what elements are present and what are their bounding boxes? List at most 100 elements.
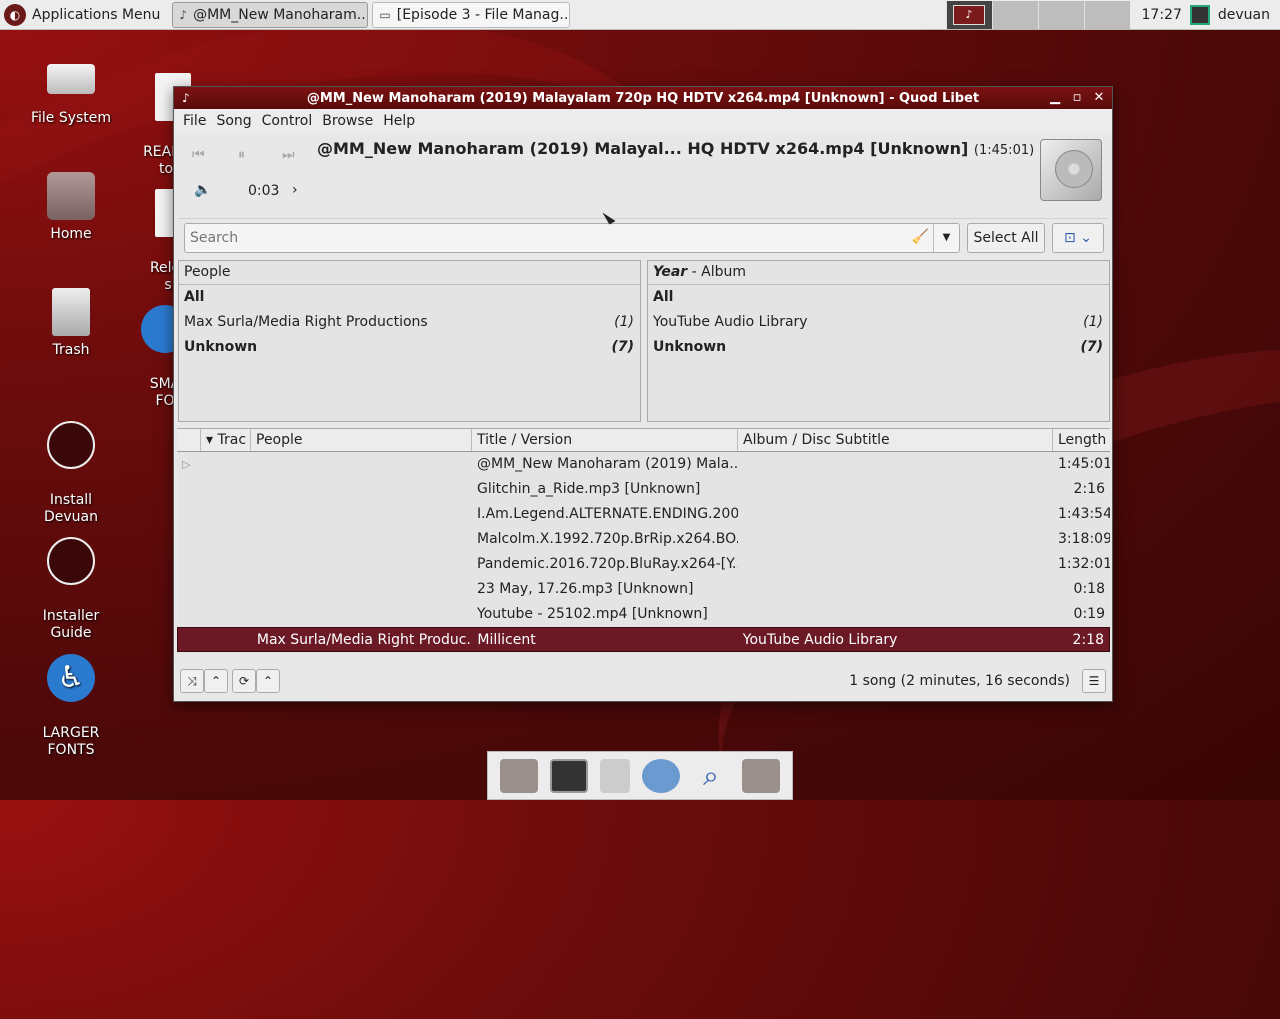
column-header-people[interactable]: People xyxy=(251,429,472,451)
cell-length: 3:18:09 xyxy=(1058,531,1110,547)
filter-options-icon: ⊡ ⌄ xyxy=(1064,230,1092,246)
clock[interactable]: 17:27 xyxy=(1130,7,1190,23)
playing-indicator-icon xyxy=(177,602,201,627)
search-input[interactable] xyxy=(185,224,885,252)
menu-file[interactable]: File xyxy=(178,113,211,129)
desktop-icon-label: File System xyxy=(30,110,112,126)
menu-control[interactable]: Control xyxy=(257,113,318,129)
volume-icon[interactable]: 🔈 xyxy=(194,182,211,198)
list-item[interactable]: Unknown (7) xyxy=(648,335,1109,360)
cell-length: 0:18 xyxy=(1073,581,1105,597)
workspace-3[interactable] xyxy=(1037,1,1084,29)
menu-help[interactable]: Help xyxy=(378,113,420,129)
workspace-4[interactable] xyxy=(1083,1,1130,29)
cell-people xyxy=(251,477,472,502)
seek-expand-icon[interactable]: › xyxy=(292,182,298,198)
cell-people xyxy=(251,527,472,552)
playing-indicator-icon xyxy=(177,577,201,602)
shuffle-icon[interactable]: ⤨ xyxy=(180,669,204,693)
list-item[interactable]: Max Surla/Media Right Productions (1) xyxy=(179,310,640,335)
list-item[interactable]: Unknown (7) xyxy=(179,335,640,360)
list-item-label: Max Surla/Media Right Productions xyxy=(184,314,428,330)
cell-track xyxy=(201,577,251,602)
home-folder-icon[interactable] xyxy=(500,758,538,793)
list-item[interactable]: All xyxy=(648,285,1109,310)
cell-track xyxy=(201,502,251,527)
taskbar-item-quodlibet[interactable]: ♪ @MM_New Manoharam... xyxy=(172,1,369,28)
folder-icon[interactable] xyxy=(742,758,780,793)
previous-track-icon[interactable]: ⏮ xyxy=(192,147,205,163)
desktop-icon-larger-fonts[interactable]: ♿ LARGER FONTS xyxy=(16,637,126,759)
terminal-icon[interactable] xyxy=(550,758,588,793)
list-item[interactable]: YouTube Audio Library (1) xyxy=(648,310,1109,335)
repeat-icon[interactable]: ⟳ xyxy=(232,669,256,693)
file-cabinet-icon[interactable] xyxy=(600,758,630,793)
player-controls: ⏮ ⏸ ⏭ @MM_New Manoharam (2019) Malayal..… xyxy=(178,133,1108,219)
table-row[interactable]: I.Am.Legend.ALTERNATE.ENDING.200... 1:43:… xyxy=(177,502,1110,527)
next-track-icon[interactable]: ⏭ xyxy=(282,147,295,163)
column-header-playing[interactable] xyxy=(177,429,201,451)
search-icon[interactable]: ⌕ xyxy=(692,759,730,793)
workspace-1[interactable]: ♪ xyxy=(945,1,992,29)
list-item[interactable]: All xyxy=(179,285,640,310)
column-header-title[interactable]: Title / Version xyxy=(472,429,738,451)
cell-people xyxy=(251,552,472,577)
maximize-icon[interactable]: ▫ xyxy=(1068,89,1086,107)
system-tray: ♪ 17:27 devuan xyxy=(945,0,1280,30)
cell-length: 0:19 xyxy=(1073,606,1105,622)
table-row[interactable]: Glitchin_a_Ride.mp3 [Unknown] 2:16 xyxy=(177,477,1110,502)
now-playing-title: @MM_New Manoharam (2019) Malayal... HQ H… xyxy=(317,139,1034,158)
workspace-2[interactable] xyxy=(991,1,1038,29)
column-header-length[interactable]: Length xyxy=(1053,429,1110,451)
cell-people: Max Surla/Media Right Produc... xyxy=(256,632,473,648)
table-row[interactable]: Youtube - 25102.mp4 [Unknown] 0:19 xyxy=(177,602,1110,627)
menu-song[interactable]: Song xyxy=(211,113,256,129)
cell-album: YouTube Audio Library xyxy=(742,632,898,648)
desktop-icon-label: LARGER FONTS xyxy=(42,725,100,758)
table-row[interactable]: Malcolm.X.1992.720p.BrRip.x264.BO... 3:18… xyxy=(177,527,1110,552)
list-item-count: (7) xyxy=(611,339,634,355)
desktop-icon-home[interactable]: Home xyxy=(16,172,126,243)
browser-options-button[interactable]: ⊡ ⌄ xyxy=(1052,223,1104,253)
applications-menu-button[interactable]: ◐ Applications Menu xyxy=(0,0,168,30)
table-row[interactable]: Max Surla/Media Right Produc... Millicent… xyxy=(177,627,1110,652)
search-history-dropdown[interactable]: ▼ xyxy=(933,224,959,252)
select-all-button[interactable]: Select All xyxy=(967,223,1045,253)
album-pane-header[interactable]: Year - Album xyxy=(648,261,1109,285)
clear-search-icon[interactable]: 🧹 xyxy=(912,229,929,245)
table-row[interactable]: 23 May, 17.26.mp3 [Unknown] 0:18 xyxy=(177,577,1110,602)
column-header-track[interactable]: ▾ Trac xyxy=(201,429,251,451)
taskbar-item-file-manager[interactable]: ▭ [Episode 3 - File Manag... xyxy=(372,1,571,28)
top-panel: ◐ Applications Menu ♪ @MM_New Manoharam.… xyxy=(0,0,1280,30)
pause-icon[interactable]: ⏸ xyxy=(238,147,245,163)
quodlibet-window: ♪ @MM_New Manoharam (2019) Malayalam 720… xyxy=(173,86,1113,702)
cell-title: Malcolm.X.1992.720p.BrRip.x264.BO... xyxy=(477,531,738,547)
queue-menu-icon[interactable]: ☰ xyxy=(1082,669,1106,693)
desktop-icon-installer-guide[interactable]: Installer Guide xyxy=(16,520,126,642)
cell-album xyxy=(738,577,1053,602)
people-pane-header[interactable]: People xyxy=(179,261,640,285)
column-header-album[interactable]: Album / Disc Subtitle xyxy=(738,429,1053,451)
close-icon[interactable]: ✕ xyxy=(1090,89,1108,107)
web-browser-icon[interactable] xyxy=(642,758,680,793)
repeat-menu-arrow-icon[interactable]: ⌃ xyxy=(256,669,280,693)
menu-browse[interactable]: Browse xyxy=(317,113,378,129)
network-monitor-icon[interactable] xyxy=(1189,5,1210,25)
cell-title: Glitchin_a_Ride.mp3 [Unknown] xyxy=(477,481,701,497)
list-item-count: (1) xyxy=(614,314,634,330)
shuffle-menu-arrow-icon[interactable]: ⌃ xyxy=(204,669,228,693)
table-row[interactable]: ▷ @MM_New Manoharam (2019) Mala... 1:45:01 xyxy=(177,452,1110,477)
cell-people xyxy=(251,602,472,627)
user-menu[interactable]: devuan xyxy=(1218,7,1280,23)
list-item-label: YouTube Audio Library xyxy=(653,314,808,330)
desktop-icon-install-devuan[interactable]: Install Devuan xyxy=(16,404,126,526)
minimize-icon[interactable]: ▁ xyxy=(1046,89,1064,107)
playback-position[interactable]: 0:03 xyxy=(248,183,279,199)
desktop-icon-file-system[interactable]: File System xyxy=(16,56,126,127)
menubar: File Song Control Browse Help xyxy=(174,109,1112,133)
table-row[interactable]: Pandemic.2016.720p.BluRay.x264-[Y... 1:32… xyxy=(177,552,1110,577)
playing-indicator-icon xyxy=(177,552,201,577)
accessibility-icon: ♿ xyxy=(47,654,95,702)
window-titlebar[interactable]: ♪ @MM_New Manoharam (2019) Malayalam 720… xyxy=(174,87,1112,109)
album-cover-icon[interactable] xyxy=(1040,139,1102,201)
